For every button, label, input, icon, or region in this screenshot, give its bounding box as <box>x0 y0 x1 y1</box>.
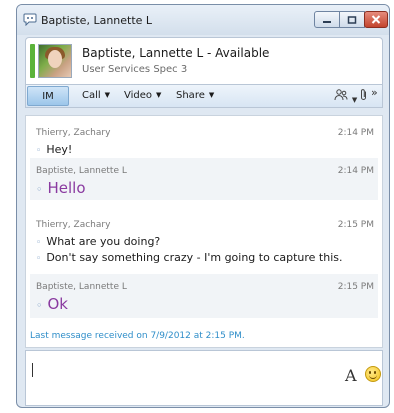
overflow-button[interactable]: » <box>371 86 378 99</box>
attach-button[interactable] <box>359 88 369 105</box>
chevron-down-icon: ▼ <box>104 91 111 99</box>
message-sender: Baptiste, Lannette L <box>36 282 127 292</box>
chevron-down-icon: ▼ <box>156 91 162 99</box>
conversation-window: Baptiste, Lannette L Baptiste, Lannette … <box>16 4 390 408</box>
minimize-button[interactable] <box>314 11 340 28</box>
last-message-status: Last message received on 7/9/2012 at 2:1… <box>30 331 245 341</box>
message-time: 2:14 PM <box>337 128 374 138</box>
message-group: Baptiste, Lannette L 2:15 PM ◦ Ok <box>30 274 378 318</box>
avatar-face <box>48 50 62 68</box>
chevron-down-icon: ▼ <box>208 91 215 99</box>
window-title: Baptiste, Lannette L <box>41 14 153 27</box>
message-text: What are you doing? <box>46 235 161 248</box>
conversation-history[interactable]: Thierry, Zachary 2:14 PM ◦ Hey! Baptiste,… <box>25 115 383 348</box>
close-button[interactable] <box>364 11 388 28</box>
message-group: Thierry, Zachary 2:14 PM ◦ Hey! <box>30 122 378 156</box>
people-options-button[interactable]: ▼ <box>334 88 357 105</box>
font-button[interactable]: A <box>345 366 357 385</box>
action-toolbar: IM Call ▼ Video ▼ Share ▼ ▼ » <box>25 84 383 108</box>
bullet-icon: ◦ <box>36 146 42 156</box>
message-line: ◦ Hey! <box>36 143 72 156</box>
call-label: Call <box>82 90 101 101</box>
bullet-icon: ◦ <box>36 299 43 312</box>
chevron-down-icon: ▼ <box>351 96 358 104</box>
message-line: ◦ What are you doing? <box>36 235 160 248</box>
contact-job-title: User Services Spec 3 <box>82 64 188 75</box>
title-bar[interactable]: Baptiste, Lannette L <box>17 5 389 35</box>
message-group: Thierry, Zachary 2:15 PM ◦ What are you d… <box>30 214 378 266</box>
compose-area[interactable]: A <box>25 350 383 406</box>
message-text: Hey! <box>46 143 73 156</box>
people-icon <box>334 89 348 101</box>
message-text: Don't say something crazy - I'm going to… <box>46 251 343 264</box>
video-button[interactable]: Video ▼ <box>124 90 161 101</box>
message-sender: Thierry, Zachary <box>36 128 111 138</box>
maximize-icon <box>347 15 357 24</box>
message-time: 2:15 PM <box>337 282 374 292</box>
paperclip-icon <box>361 89 366 100</box>
share-button[interactable]: Share ▼ <box>176 90 214 101</box>
message-text: Ok <box>47 295 69 313</box>
message-time: 2:14 PM <box>337 166 374 176</box>
contact-name[interactable]: Baptiste, Lannette L - Available <box>82 46 269 60</box>
maximize-button[interactable] <box>339 11 365 28</box>
call-button[interactable]: Call ▼ <box>82 90 110 101</box>
message-sender: Baptiste, Lannette L <box>36 166 127 176</box>
im-button[interactable]: IM <box>27 86 69 106</box>
message-line: ◦ Hello <box>36 179 86 197</box>
bullet-icon: ◦ <box>36 183 43 196</box>
avatar[interactable] <box>38 44 72 78</box>
message-group: Baptiste, Lannette L 2:14 PM ◦ Hello <box>30 158 378 200</box>
message-time: 2:15 PM <box>337 220 374 230</box>
close-icon <box>371 15 381 24</box>
smiley-icon[interactable] <box>365 366 381 382</box>
text-cursor <box>32 363 33 377</box>
contact-header: Baptiste, Lannette L - Available User Se… <box>25 37 383 85</box>
minimize-icon <box>323 20 331 23</box>
share-label: Share <box>176 90 205 101</box>
message-line: ◦ Don't say something crazy - I'm going t… <box>36 251 343 264</box>
message-line: ◦ Ok <box>36 295 68 313</box>
message-text: Hello <box>47 179 86 197</box>
chat-bubble-icon <box>23 13 37 26</box>
presence-indicator <box>30 44 35 78</box>
bullet-icon: ◦ <box>36 238 42 248</box>
video-label: Video <box>124 90 153 101</box>
message-sender: Thierry, Zachary <box>36 220 111 230</box>
bullet-icon: ◦ <box>36 254 42 264</box>
